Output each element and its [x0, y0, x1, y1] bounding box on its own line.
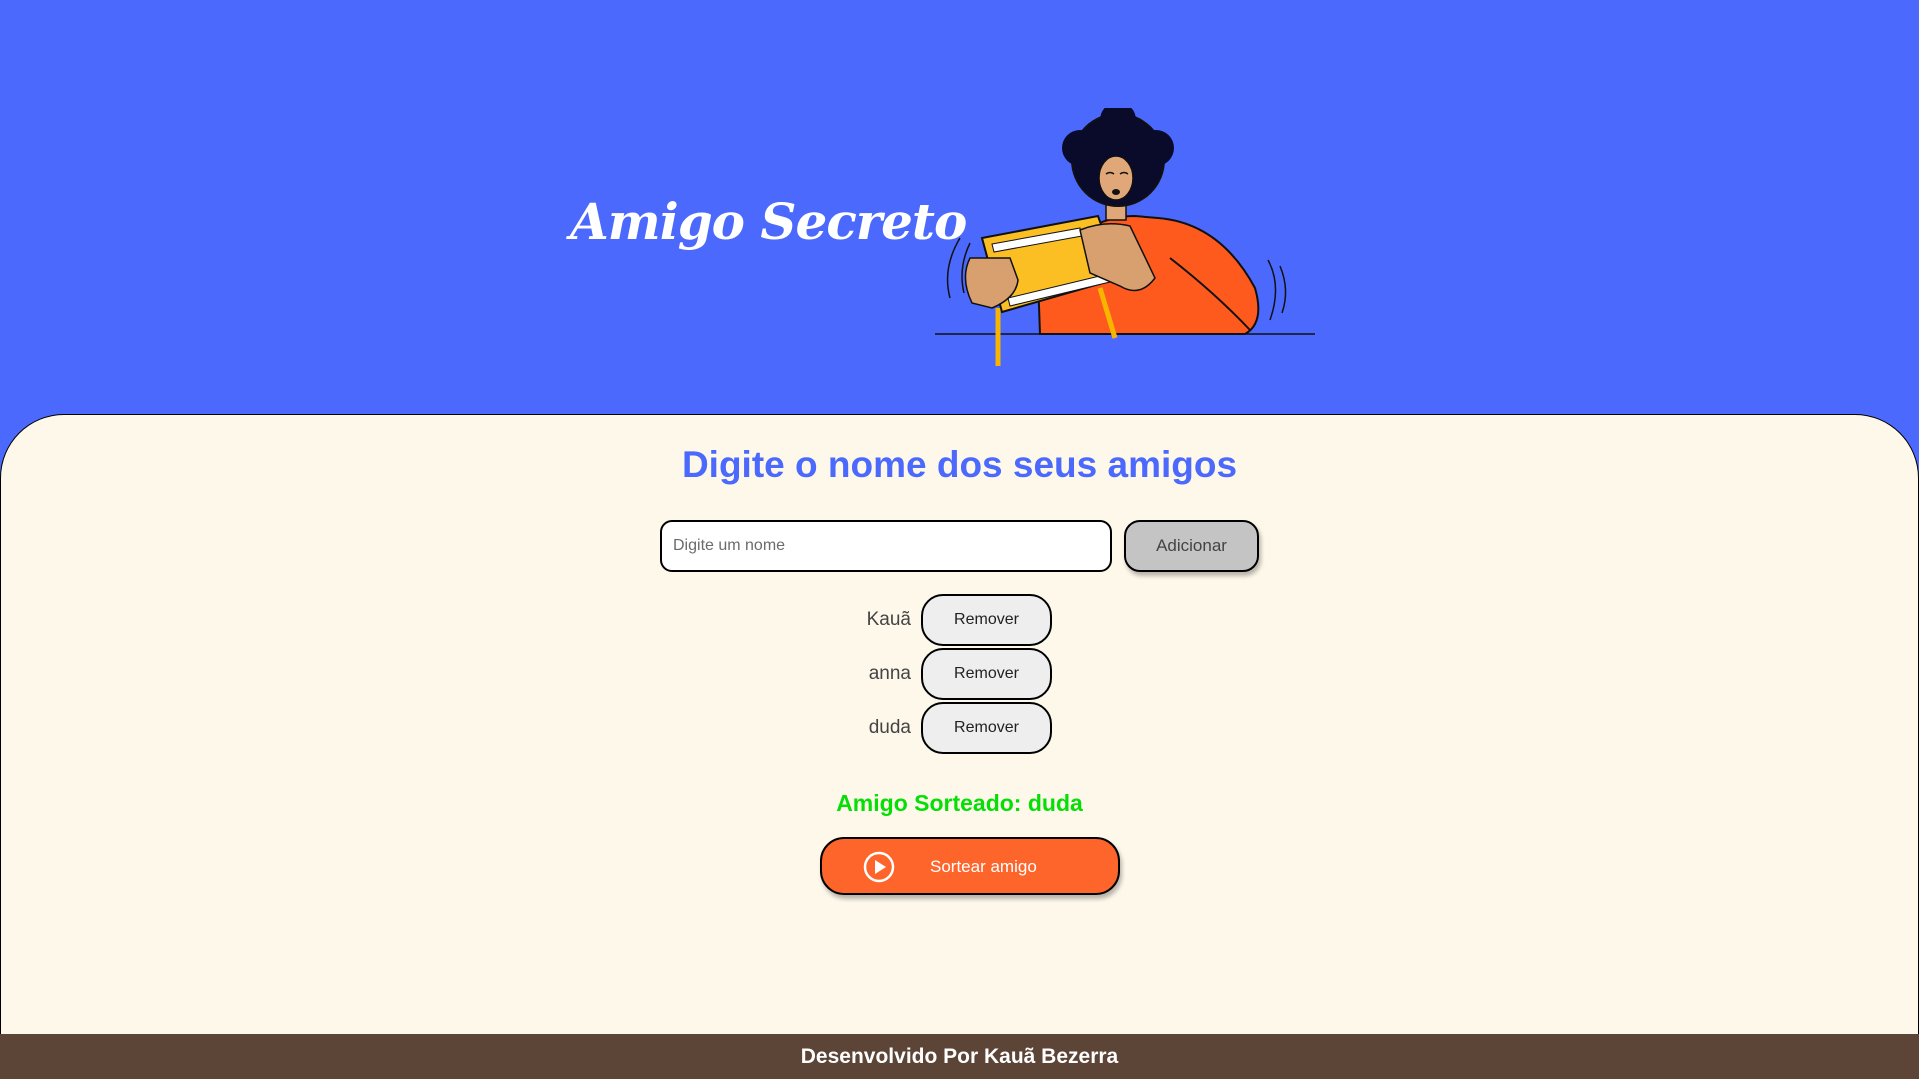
footer: Desenvolvido Por Kauã Bezerra	[0, 1034, 1919, 1079]
friend-name-input[interactable]	[660, 520, 1112, 572]
friend-list-item: anna Remover	[0, 648, 1919, 702]
remove-friend-button[interactable]: Remover	[921, 702, 1052, 754]
app-title: Amigo Secreto	[570, 192, 967, 251]
section-title: Digite o nome dos seus amigos	[681, 444, 1238, 485]
footer-credit: Desenvolvido Por Kauã Bezerra	[800, 1045, 1119, 1068]
friend-name: anna	[868, 663, 911, 684]
header-banner: Amigo Secreto	[0, 0, 1919, 420]
draw-friend-button[interactable]: Sortear amigo	[820, 837, 1120, 895]
friend-list-item: duda Remover	[0, 702, 1919, 756]
remove-friend-button[interactable]: Remover	[921, 648, 1052, 700]
friend-name: duda	[868, 717, 911, 738]
remove-friend-button[interactable]: Remover	[921, 594, 1052, 646]
add-button[interactable]: Adicionar	[1124, 520, 1259, 572]
person-playing-game-illustration	[935, 108, 1315, 366]
friend-name: Kauã	[866, 609, 911, 630]
draw-button-label: Sortear amigo	[930, 857, 1037, 876]
friend-list: Kauã Remover anna Remover duda Remover	[0, 594, 1919, 756]
draw-result-text: Amigo Sorteado: duda	[836, 790, 1083, 816]
friend-list-item: Kauã Remover	[0, 594, 1919, 648]
play-circle-icon	[863, 851, 895, 883]
